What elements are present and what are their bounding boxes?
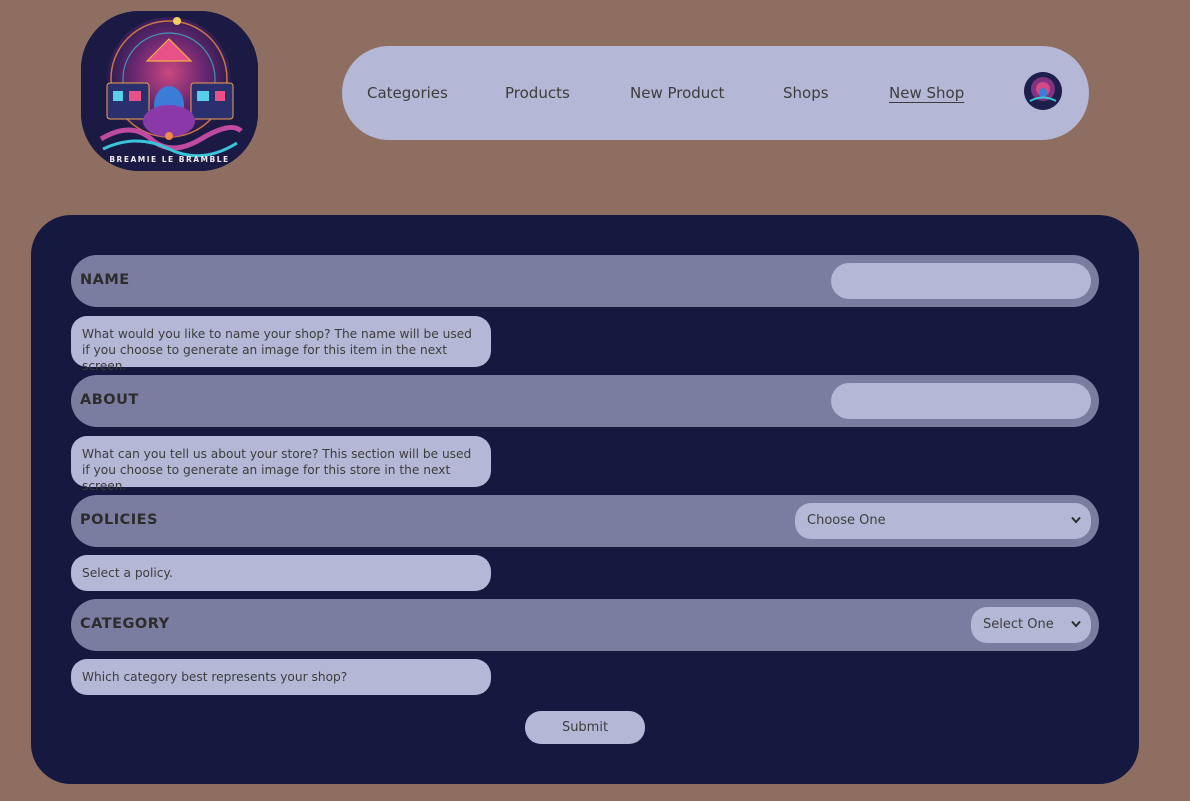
category-help-text: Which category best represents your shop… xyxy=(71,659,491,695)
chevron-down-icon xyxy=(1071,516,1081,524)
policies-row: POLICIES Choose One xyxy=(71,495,1099,547)
policies-label: POLICIES xyxy=(80,512,158,528)
about-row: ABOUT xyxy=(71,375,1099,427)
avatar-image xyxy=(1024,72,1062,110)
category-selected-value: Select One xyxy=(983,617,1054,632)
category-label: CATEGORY xyxy=(80,616,170,632)
policies-select[interactable]: Choose One xyxy=(795,503,1091,539)
nav-item-categories[interactable]: Categories xyxy=(367,84,448,102)
brand-logo[interactable]: BREAMIE LE BRAMBLE xyxy=(81,11,258,171)
submit-button[interactable]: Submit xyxy=(525,711,645,744)
about-help-text: What can you tell us about your store? T… xyxy=(71,436,491,493)
nav-item-new-shop[interactable]: New Shop xyxy=(889,84,964,102)
main-nav: Categories Products New Product Shops Ne… xyxy=(342,46,1089,140)
nav-item-new-product[interactable]: New Product xyxy=(630,84,724,102)
category-select[interactable]: Select One xyxy=(971,607,1091,643)
name-label: NAME xyxy=(80,272,130,288)
name-input[interactable] xyxy=(831,263,1091,299)
category-row: CATEGORY Select One xyxy=(71,599,1099,651)
new-shop-form: NAME What would you like to name your sh… xyxy=(31,215,1139,784)
about-label: ABOUT xyxy=(80,392,139,408)
name-row: NAME xyxy=(71,255,1099,307)
logo-text: BREAMIE LE BRAMBLE xyxy=(109,155,230,164)
nav-item-shops[interactable]: Shops xyxy=(783,84,829,102)
policies-help-text: Select a policy. xyxy=(71,555,491,591)
nav-item-products[interactable]: Products xyxy=(505,84,570,102)
avatar[interactable] xyxy=(1024,72,1062,110)
chevron-down-icon xyxy=(1071,620,1081,628)
policies-selected-value: Choose One xyxy=(807,513,886,528)
logo-artwork xyxy=(81,11,258,171)
about-input[interactable] xyxy=(831,383,1091,419)
name-help-text: What would you like to name your shop? T… xyxy=(71,316,491,373)
